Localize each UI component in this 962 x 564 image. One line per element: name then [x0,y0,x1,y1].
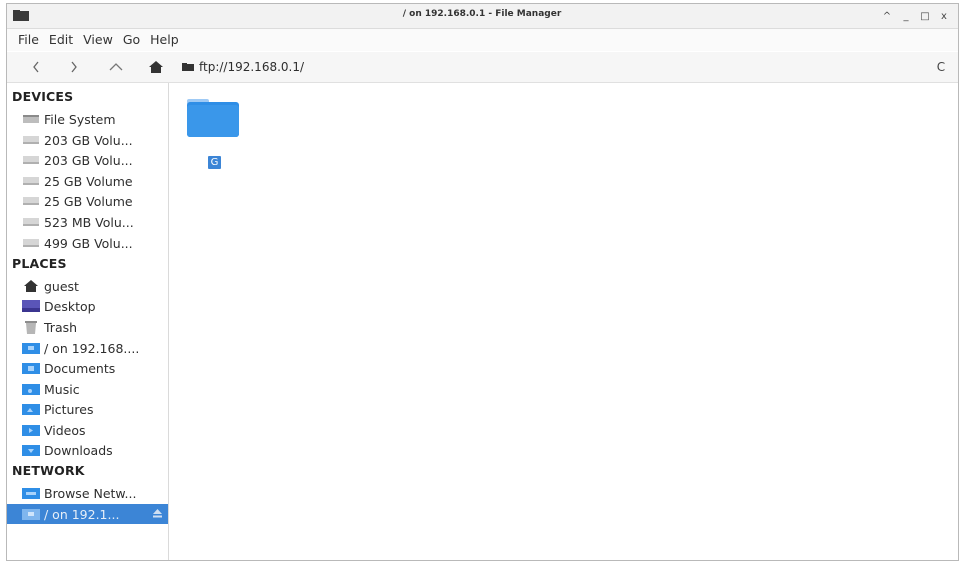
chevron-up-icon [109,63,123,71]
sidebar-item-pictures[interactable]: Pictures [7,399,168,419]
section-devices: DEVICES [12,89,74,104]
network-folder-icon [22,487,40,499]
forward-button[interactable] [65,59,83,75]
trash-icon [22,320,40,334]
eject-icon[interactable] [153,509,162,518]
remote-folder-icon [22,508,40,520]
sidebar-item-label: guest [44,278,79,294]
sidebar-item-label: 203 GB Volu... [44,132,133,148]
menu-help[interactable]: Help [145,29,184,51]
sidebar-item-browse-network[interactable]: Browse Netw... [7,483,168,503]
file-view[interactable]: G [169,83,958,560]
sidebar-item-volume[interactable]: 499 GB Volu... [7,233,168,253]
back-button[interactable] [27,59,45,75]
sidebar-item-volume[interactable]: 25 GB Volume [7,171,168,191]
minimize-button[interactable]: _ [900,8,912,24]
home-icon [22,280,40,292]
menu-view[interactable]: View [78,29,118,51]
chevron-left-icon [33,61,39,73]
sidebar-item-ftp-bookmark[interactable]: / on 192.168.... [7,338,168,358]
up-button[interactable] [107,59,125,75]
drive-icon [22,134,40,146]
folder-item[interactable]: G [179,95,239,169]
sidebar-item-label: 25 GB Volume [44,193,133,209]
sidebar-item-volume[interactable]: 203 GB Volu... [7,130,168,150]
section-network: NETWORK [12,463,85,478]
sidebar-item-label: Pictures [44,401,94,417]
drive-icon [22,154,40,166]
menu-edit[interactable]: Edit [44,29,78,51]
maximize-button[interactable]: □ [919,8,931,24]
folder-icon [13,10,29,21]
documents-folder-icon [22,362,40,374]
sidebar-item-trash[interactable]: Trash [7,317,168,337]
window-title: / on 192.168.0.1 - File Manager [402,9,562,19]
sidebar-item-ftp-mount[interactable]: / on 192.1... [7,504,168,524]
sidebar-item-volume[interactable]: 25 GB Volume [7,191,168,211]
drive-icon [22,237,40,249]
folder-icon [187,99,239,137]
sidebar-item-label: 523 MB Volu... [44,214,134,230]
home-button[interactable] [147,59,165,75]
sidebar-item-label: Music [44,381,80,397]
sidebar-item-music[interactable]: Music [7,379,168,399]
title-bar[interactable]: / on 192.168.0.1 - File Manager ^ _ □ x [7,4,958,29]
sidebar-item-documents[interactable]: Documents [7,358,168,378]
sidebar-item-label: Documents [44,360,116,376]
drive-icon [22,216,40,228]
sidebar-item-label: 203 GB Volu... [44,152,133,168]
reload-button[interactable]: C [934,57,948,77]
toolbar: ftp://192.168.0.1/ C [7,52,958,83]
menu-go[interactable]: Go [118,29,145,51]
desktop-icon [22,300,40,312]
pictures-folder-icon [22,403,40,415]
home-icon [149,61,163,73]
drive-icon [22,113,40,125]
sidebar-item-home[interactable]: guest [7,276,168,296]
folder-icon [182,63,194,71]
folder-name: G [208,156,221,169]
drive-icon [22,175,40,187]
sidebar-item-label: 25 GB Volume [44,173,133,189]
file-manager-window: / on 192.168.0.1 - File Manager ^ _ □ x … [6,3,959,561]
sidebar: DEVICES File System 203 GB Volu... 203 G… [7,83,169,560]
chevron-right-icon [71,61,77,73]
close-button[interactable]: x [938,8,950,24]
drive-icon [22,195,40,207]
sidebar-item-label: Browse Netw... [44,485,137,501]
sidebar-item-label: Trash [44,319,78,335]
sidebar-item-label: / on 192.168.... [44,340,140,356]
videos-folder-icon [22,424,40,436]
shade-button[interactable]: ^ [881,8,893,24]
sidebar-item-label: File System [44,111,116,127]
music-folder-icon [22,383,40,395]
sidebar-item-label: Videos [44,422,86,438]
remote-folder-icon [22,342,40,354]
sidebar-item-volume[interactable]: 523 MB Volu... [7,212,168,232]
sidebar-item-label: Desktop [44,298,96,314]
downloads-folder-icon [22,444,40,456]
sidebar-item-volume[interactable]: 203 GB Volu... [7,150,168,170]
sidebar-item-downloads[interactable]: Downloads [7,440,168,460]
sidebar-item-videos[interactable]: Videos [7,420,168,440]
section-places: PLACES [12,256,67,271]
sidebar-item-label: Downloads [44,442,113,458]
sidebar-item-desktop[interactable]: Desktop [7,296,168,316]
sidebar-item-label: / on 192.1... [44,506,120,522]
sidebar-item-label: 499 GB Volu... [44,235,133,251]
menu-file[interactable]: File [13,29,44,51]
menu-bar: File Edit View Go Help [7,29,958,51]
sidebar-item-file-system[interactable]: File System [7,109,168,129]
location-path[interactable]: ftp://192.168.0.1/ [199,60,304,74]
location-bar[interactable]: ftp://192.168.0.1/ C [182,57,952,77]
